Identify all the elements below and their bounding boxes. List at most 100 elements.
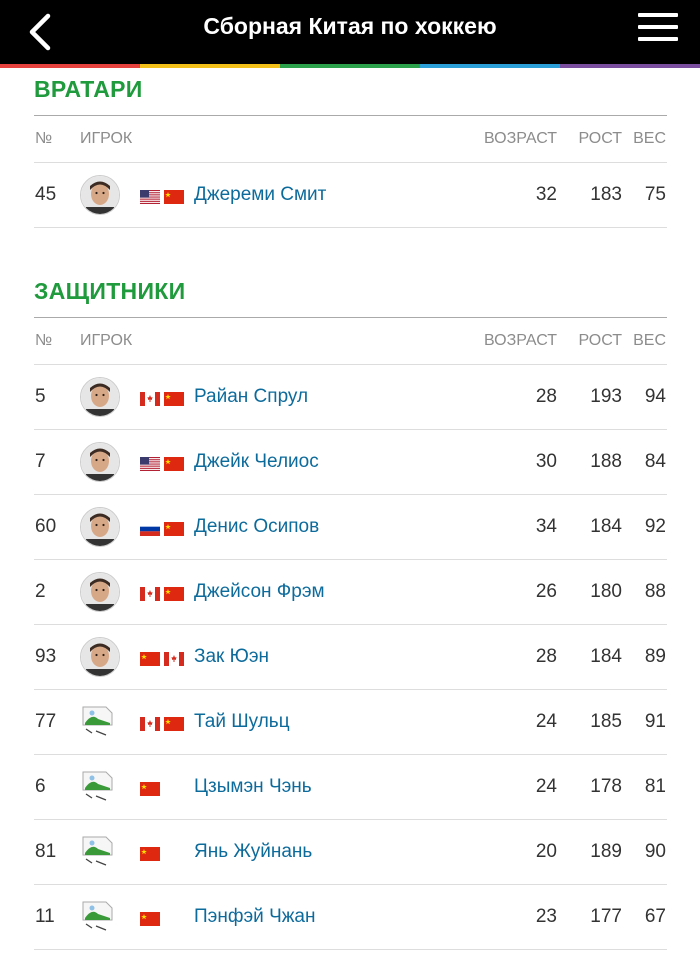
player-age: 20 — [424, 819, 561, 885]
table-row[interactable]: 7 Джейк Челиос 30 188 84 — [34, 429, 667, 495]
player-weight: 94 — [623, 364, 667, 430]
player-photo — [80, 507, 120, 547]
player-age: 24 — [424, 754, 561, 820]
player-weight: 90 — [623, 819, 667, 885]
player-number: 81 — [34, 819, 79, 885]
defenders-title: ЗАЩИТНИКИ — [34, 278, 186, 304]
canada-flag-icon — [140, 585, 160, 601]
table-row[interactable]: 77 Тай Шульц 24 185 91 — [34, 689, 667, 755]
china-flag-icon — [164, 585, 184, 601]
player-height: 188 — [561, 429, 623, 495]
nationality-flags — [140, 390, 192, 406]
player-weight: 84 — [623, 429, 667, 495]
stripe-segment — [280, 64, 420, 68]
nationality-flags — [140, 520, 192, 536]
defenders-table: № ИГРОК ВОЗРАСТ РОСТ ВЕС 5 Райан Спрул 2… — [34, 317, 667, 950]
player-age: 24 — [424, 689, 561, 755]
player-age: 28 — [424, 364, 561, 430]
stripe-segment — [140, 64, 280, 68]
nationality-flags — [140, 780, 192, 796]
broken-image-icon — [80, 898, 118, 936]
nationality-flags — [140, 715, 192, 731]
table-row[interactable]: 81 Янь Жуйнань 20 189 90 — [34, 819, 667, 885]
hamburger-menu-icon[interactable] — [638, 13, 678, 49]
player-number: 45 — [34, 162, 79, 228]
table-row[interactable]: 45 Джереми Смит 32 183 75 — [34, 162, 667, 228]
player-height: 183 — [561, 162, 623, 228]
table-row[interactable]: 93 Зак Юэн 28 184 89 — [34, 624, 667, 690]
player-photo — [80, 175, 120, 215]
player-name-link[interactable]: Зак Юэн — [194, 646, 269, 667]
goalies-section: ВРАТАРИ № ИГРОК ВОЗРАСТ РОСТ ВЕС 45 Джер… — [0, 76, 700, 228]
russia-flag-icon — [140, 520, 160, 536]
col-num: № — [34, 317, 79, 365]
player-height: 184 — [561, 624, 623, 690]
table-row[interactable]: 6 Цзымэн Чэнь 24 178 81 — [34, 754, 667, 820]
broken-image-icon — [80, 703, 118, 741]
canada-flag-icon — [140, 715, 160, 731]
player-number: 11 — [34, 884, 79, 950]
col-height: РОСТ — [561, 115, 623, 163]
player-height: 193 — [561, 364, 623, 430]
player-weight: 88 — [623, 559, 667, 625]
player-number: 60 — [34, 494, 79, 560]
nationality-flags — [140, 910, 192, 926]
player-age: 28 — [424, 624, 561, 690]
table-row[interactable]: 2 Джейсон Фрэм 26 180 88 — [34, 559, 667, 625]
page-title: Сборная Китая по хоккею — [203, 13, 497, 39]
china-flag-icon — [164, 188, 184, 204]
usa-flag-icon — [140, 455, 160, 471]
usa-flag-icon — [140, 188, 160, 204]
player-age: 26 — [424, 559, 561, 625]
nationality-flags — [140, 188, 192, 204]
player-photo — [80, 442, 120, 482]
player-name-link[interactable]: Янь Жуйнань — [194, 841, 312, 862]
player-age: 23 — [424, 884, 561, 950]
china-flag-icon — [164, 715, 184, 731]
player-height: 189 — [561, 819, 623, 885]
col-age: ВОЗРАСТ — [424, 317, 561, 365]
nationality-flags — [140, 455, 192, 471]
player-number: 77 — [34, 689, 79, 755]
player-name-link[interactable]: Денис Осипов — [194, 516, 319, 537]
player-weight: 67 — [623, 884, 667, 950]
table-header: № ИГРОК ВОЗРАСТ РОСТ ВЕС — [34, 115, 667, 163]
table-header: № ИГРОК ВОЗРАСТ РОСТ ВЕС — [34, 317, 667, 365]
player-photo — [80, 377, 120, 417]
table-row[interactable]: 11 Пэнфэй Чжан 23 177 67 — [34, 884, 667, 950]
china-flag-icon — [140, 845, 160, 861]
china-flag-icon — [164, 390, 184, 406]
nationality-flags — [140, 845, 192, 861]
player-height: 184 — [561, 494, 623, 560]
player-name-link[interactable]: Джейк Челиос — [194, 451, 319, 472]
table-row[interactable]: 60 Денис Осипов 34 184 92 — [34, 494, 667, 560]
col-weight: ВЕС — [623, 317, 667, 365]
player-weight: 75 — [623, 162, 667, 228]
player-height: 180 — [561, 559, 623, 625]
china-flag-icon — [140, 780, 160, 796]
stripe-segment — [560, 64, 700, 68]
player-number: 93 — [34, 624, 79, 690]
player-name-link[interactable]: Джейсон Фрэм — [194, 581, 325, 602]
player-name-link[interactable]: Пэнфэй Чжан — [194, 906, 316, 927]
player-number: 2 — [34, 559, 79, 625]
china-flag-icon — [164, 520, 184, 536]
player-name-link[interactable]: Райан Спрул — [194, 386, 308, 407]
player-name-link[interactable]: Тай Шульц — [194, 711, 290, 732]
goalies-table: № ИГРОК ВОЗРАСТ РОСТ ВЕС 45 Джереми Смит… — [34, 115, 667, 228]
player-weight: 89 — [623, 624, 667, 690]
top-bar: Сборная Китая по хоккею — [0, 0, 700, 64]
stripe-segment — [420, 64, 560, 68]
col-num: № — [34, 115, 79, 163]
player-number: 6 — [34, 754, 79, 820]
table-row[interactable]: 5 Райан Спрул 28 193 94 — [34, 364, 667, 430]
player-name-link[interactable]: Джереми Смит — [194, 184, 326, 205]
color-stripe — [0, 64, 700, 68]
player-photo — [80, 637, 120, 677]
col-player: ИГРОК — [79, 317, 425, 365]
col-weight: ВЕС — [623, 115, 667, 163]
player-name-link[interactable]: Цзымэн Чэнь — [194, 776, 312, 797]
player-height: 177 — [561, 884, 623, 950]
china-flag-icon — [140, 910, 160, 926]
china-flag-icon — [164, 455, 184, 471]
